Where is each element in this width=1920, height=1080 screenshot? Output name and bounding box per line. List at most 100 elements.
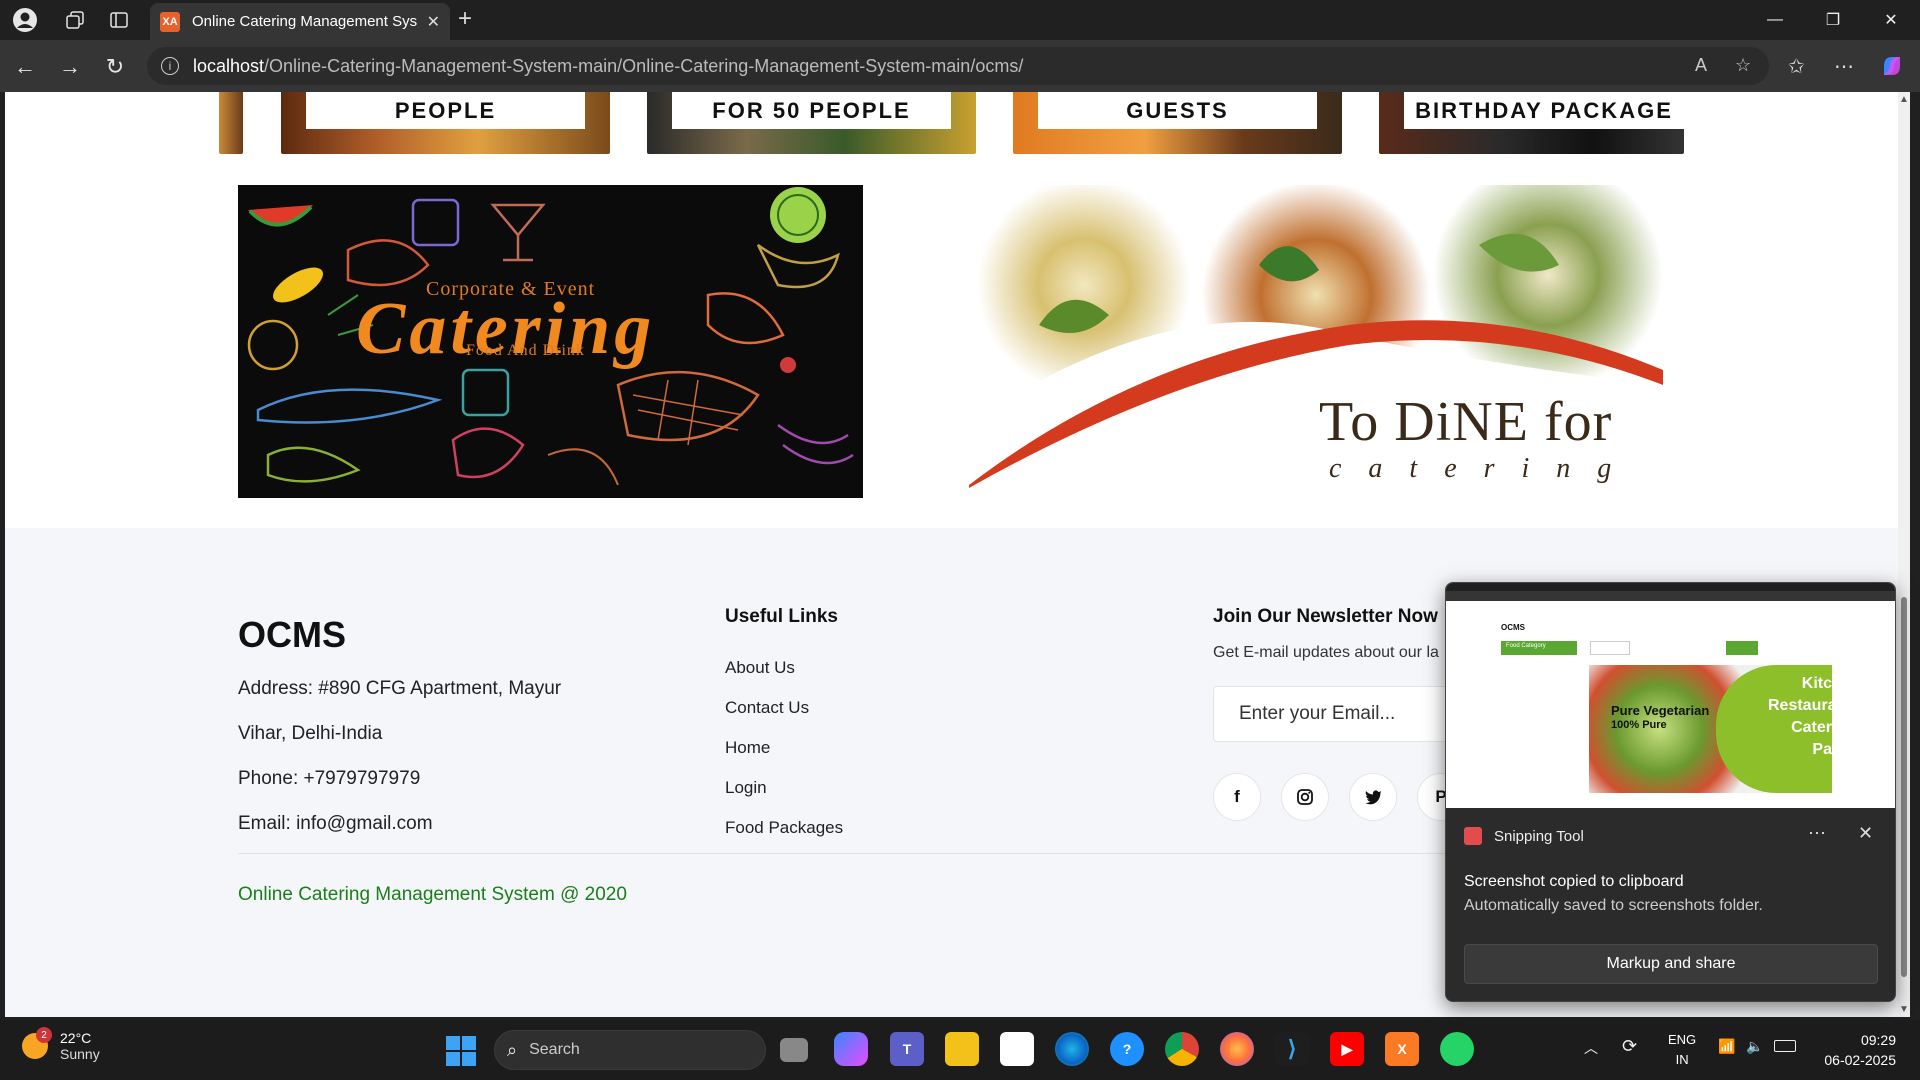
- lang-line2: IN: [1675, 1052, 1689, 1067]
- workspaces-icon[interactable]: [55, 0, 95, 40]
- markup-and-share-button[interactable]: Markup and share: [1464, 944, 1878, 984]
- banner2-line1: To DiNE for: [1319, 391, 1613, 453]
- task-view-icon[interactable]: [780, 1038, 808, 1062]
- profile-icon[interactable]: [5, 0, 45, 40]
- maximize-icon[interactable]: ❐: [1804, 0, 1862, 40]
- useful-links-heading: Useful Links: [725, 606, 838, 627]
- package-card[interactable]: PEOPLE: [281, 92, 610, 154]
- youtube-icon[interactable]: ▶: [1330, 1032, 1364, 1066]
- weather-widget[interactable]: 2 22°C Sunny: [22, 1027, 100, 1062]
- footer-link-login[interactable]: Login: [725, 768, 843, 808]
- minimize-icon[interactable]: —: [1746, 0, 1804, 40]
- tray-overflow-icon[interactable]: ︿: [1584, 1038, 1598, 1058]
- preview-category: Food Category: [1506, 643, 1546, 649]
- back-icon[interactable]: ←: [10, 52, 40, 82]
- microsoft-store-icon[interactable]: [1000, 1032, 1034, 1066]
- banner2-line2: c a t e r i n g: [1329, 453, 1622, 484]
- copilot-icon[interactable]: [1880, 54, 1904, 84]
- clock-time: 09:29: [1860, 1032, 1896, 1048]
- favorite-star-icon[interactable]: ☆: [1735, 55, 1751, 76]
- footer-email: Email: info@gmail.com: [238, 813, 433, 834]
- taskbar-search-label: Search: [529, 1041, 580, 1058]
- windows-start-icon[interactable]: [446, 1036, 476, 1066]
- system-clock[interactable]: 09:29 06-02-2025: [1812, 1030, 1896, 1070]
- footer-contact: Address: #890 CFG Apartment, Mayur Vihar…: [238, 666, 578, 846]
- favorites-icon[interactable]: ✩: [1788, 54, 1805, 79]
- package-label: PEOPLE: [306, 92, 585, 129]
- screenshot-preview[interactable]: OCMS Food Category Pure Vegetarian 100% …: [1446, 583, 1895, 808]
- toast-more-icon[interactable]: ⋯: [1808, 823, 1826, 844]
- edge-icon[interactable]: [1055, 1032, 1089, 1066]
- tab-title: Online Catering Management Sys: [192, 13, 418, 30]
- volume-icon[interactable]: 🔈: [1746, 1038, 1763, 1055]
- toast-close-icon[interactable]: ✕: [1858, 823, 1873, 844]
- package-card-edge: [219, 92, 243, 154]
- preview-side-text: Kitc Restaura Cater Pa: [1768, 675, 1837, 758]
- instagram-icon[interactable]: [1281, 773, 1329, 821]
- scrollbar-thumb[interactable]: [1901, 597, 1907, 977]
- url-path: /Online-Catering-Management-System-main/…: [264, 55, 1024, 76]
- refresh-icon[interactable]: ↻: [100, 52, 130, 82]
- lang-line1: ENG: [1668, 1032, 1697, 1047]
- site-info-icon[interactable]: i: [161, 57, 179, 75]
- package-label: FOR 50 PEOPLE: [672, 92, 951, 129]
- vscode-icon[interactable]: ⟩: [1275, 1032, 1309, 1066]
- toast-sub-message: Automatically saved to screenshots folde…: [1464, 897, 1763, 914]
- tab-active[interactable]: XA Online Catering Management Sys ✕: [150, 3, 450, 40]
- chrome-icon[interactable]: [1165, 1032, 1199, 1066]
- firefox-icon[interactable]: [1220, 1032, 1254, 1066]
- package-label: BIRTHDAY PACKAGE: [1404, 92, 1684, 129]
- snipping-tool-notification: OCMS Food Category Pure Vegetarian 100% …: [1445, 582, 1896, 1002]
- forward-icon[interactable]: →: [55, 52, 85, 82]
- copilot-app-icon[interactable]: [834, 1032, 868, 1066]
- newsletter-heading: Join Our Newsletter Now: [1213, 606, 1438, 627]
- page-scrollbar[interactable]: ▲ ▼: [1898, 92, 1910, 1017]
- window-close-icon[interactable]: ✕: [1862, 0, 1920, 40]
- language-indicator[interactable]: ENG IN: [1668, 1030, 1696, 1070]
- preview-brand: OCMS: [1501, 623, 1525, 632]
- sync-icon[interactable]: ⟳: [1622, 1036, 1637, 1057]
- footer-address-line1: Address: #890 CFG Apartment, Mayur: [238, 678, 562, 699]
- help-icon[interactable]: ?: [1110, 1032, 1144, 1066]
- battery-icon[interactable]: [1774, 1040, 1796, 1052]
- more-options-icon[interactable]: ⋯: [1834, 54, 1854, 79]
- read-aloud-icon[interactable]: A: [1695, 55, 1707, 76]
- footer-link-contact-us[interactable]: Contact Us: [725, 688, 843, 728]
- weather-desc: Sunny: [60, 1046, 100, 1062]
- footer-link-home[interactable]: Home: [725, 728, 843, 768]
- search-icon: ⌕: [507, 1039, 518, 1060]
- xampp-icon[interactable]: X: [1385, 1032, 1419, 1066]
- to-dine-for-banner: To DiNE for c a t e r i n g: [969, 185, 1663, 488]
- footer-address-line2: Vihar, Delhi-India: [238, 723, 383, 744]
- address-bar[interactable]: i localhost /Online-Catering-Management-…: [147, 47, 1769, 85]
- browser-tab-bar: XA Online Catering Management Sys ✕ + — …: [0, 0, 1920, 40]
- footer-link-food-packages[interactable]: Food Packages: [725, 808, 843, 848]
- file-explorer-icon[interactable]: [945, 1032, 979, 1066]
- footer-brand: OCMS: [238, 614, 346, 655]
- package-card[interactable]: GUESTS: [1013, 92, 1342, 154]
- new-tab-icon[interactable]: +: [458, 5, 472, 33]
- teams-icon[interactable]: T: [890, 1032, 924, 1066]
- tab-actions-icon[interactable]: [99, 0, 139, 40]
- package-label: GUESTS: [1038, 92, 1317, 129]
- footer-link-about-us[interactable]: About Us: [725, 648, 843, 688]
- clock-date: 06-02-2025: [1824, 1052, 1896, 1068]
- banner1-line3: Food And Drink: [466, 342, 585, 359]
- toast-app: Snipping Tool: [1464, 827, 1584, 845]
- xampp-favicon-icon: XA: [160, 11, 180, 32]
- close-tab-icon[interactable]: ✕: [427, 12, 440, 32]
- url-host: localhost: [193, 55, 265, 76]
- taskbar-search[interactable]: ⌕ Search: [494, 1030, 766, 1070]
- sun-icon: 2: [22, 1027, 52, 1059]
- footer-phone: Phone: +7979797979: [238, 768, 421, 789]
- snipping-tool-icon: [1464, 827, 1482, 845]
- package-card[interactable]: FOR 50 PEOPLE: [647, 92, 976, 154]
- package-card[interactable]: BIRTHDAY PACKAGE: [1379, 92, 1684, 154]
- wifi-icon[interactable]: 📶: [1718, 1038, 1735, 1055]
- twitter-icon[interactable]: [1349, 773, 1397, 821]
- whatsapp-icon[interactable]: [1440, 1032, 1474, 1066]
- corporate-catering-banner: Corporate & Event Catering Food And Drin…: [238, 185, 863, 498]
- facebook-icon[interactable]: f: [1213, 773, 1261, 821]
- weather-badge: 2: [36, 1027, 52, 1043]
- preview-pure: 100% Pure: [1611, 719, 1667, 731]
